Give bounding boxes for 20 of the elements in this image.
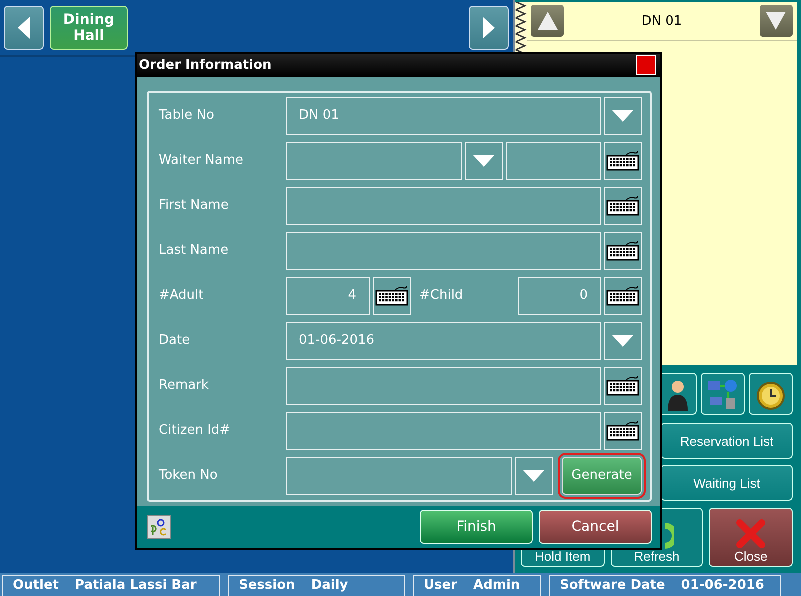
status-label: Session [239,578,296,595]
status-label: User [424,578,458,595]
field-label: Table No [158,108,216,124]
status-value: Admin [474,578,520,595]
field-label: Citizen Id# [158,423,232,438]
status-value: Daily [311,578,348,595]
field-label: #Adult [158,288,205,304]
field-label: Last Name [158,243,230,258]
status-value: 01-06-2016 [681,578,764,595]
status-label: Outlet [13,578,60,595]
status-value: Patiala Lassi Bar [75,578,197,595]
field-label: Waiter Name [158,153,245,168]
status-label: Software Date [560,578,666,595]
dialog-title: Order Information [139,58,272,73]
field-label: Date [158,333,192,348]
field-label: Remark [158,378,210,394]
ticket-table: DN 01 [642,14,682,28]
field-label: First Name [158,198,230,214]
field-label: Token No [158,468,219,484]
field-label: #Child [418,288,464,304]
